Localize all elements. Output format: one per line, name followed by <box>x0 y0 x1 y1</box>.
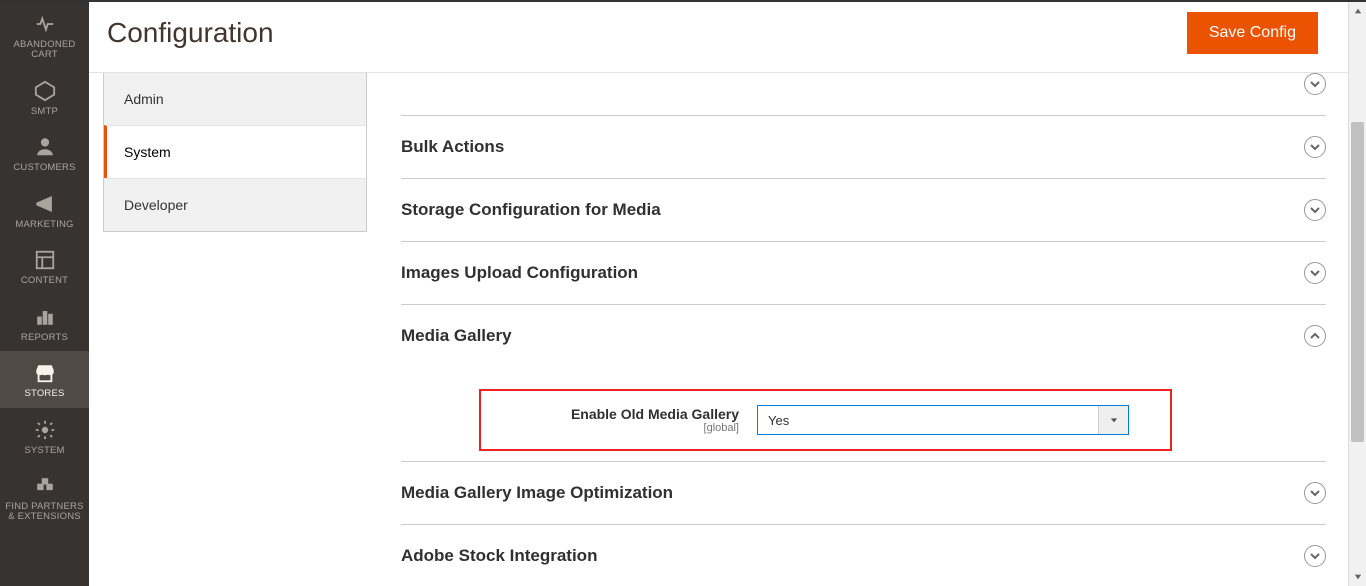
partners-icon <box>33 474 57 498</box>
section-media-gallery[interactable]: Media Gallery <box>401 305 1326 367</box>
field-scope: [global] <box>491 422 739 434</box>
chevron-down-icon <box>1304 262 1326 284</box>
section-media-optimization[interactable]: Media Gallery Image Optimization <box>401 462 1326 525</box>
page-title: Configuration <box>107 17 274 49</box>
enable-old-media-gallery-select[interactable]: Yes <box>757 405 1129 435</box>
sidebar-label: CONTENT <box>21 276 68 286</box>
sidebar-label: ABANDONED CART <box>4 40 85 61</box>
scrollbar-thumb[interactable] <box>1351 122 1364 442</box>
sidebar-item-system[interactable]: SYSTEM <box>0 408 89 464</box>
vertical-scrollbar[interactable] <box>1348 2 1366 586</box>
sidebar-item-customers[interactable]: CUSTOMERS <box>0 125 89 181</box>
section-title: Media Gallery <box>401 326 512 346</box>
chevron-down-icon <box>1304 199 1326 221</box>
sidebar-item-reports[interactable]: REPORTS <box>0 295 89 351</box>
highlight-box: Enable Old Media Gallery [global] Yes <box>479 389 1172 451</box>
config-tabs: Admin System Developer <box>89 73 367 586</box>
sidebar-label: REPORTS <box>21 333 68 343</box>
system-icon <box>33 418 57 442</box>
admin-sidebar: ABANDONED CART SMTP CUSTOMERS MARKETING … <box>0 2 89 586</box>
section-title: Storage Configuration for Media <box>401 200 661 220</box>
section-storage-media[interactable]: Storage Configuration for Media <box>401 179 1326 242</box>
section-title: Bulk Actions <box>401 137 504 157</box>
section-bulk-actions[interactable]: Bulk Actions <box>401 116 1326 179</box>
abandoned-cart-icon <box>33 12 57 36</box>
stores-icon <box>33 361 57 385</box>
config-sections: Bulk Actions Storage Configuration for M… <box>367 73 1348 586</box>
chevron-down-icon[interactable] <box>1304 73 1326 95</box>
section-title: Images Upload Configuration <box>401 263 638 283</box>
tab-system[interactable]: System <box>104 125 366 178</box>
sidebar-label: CUSTOMERS <box>13 163 75 173</box>
sidebar-item-content[interactable]: CONTENT <box>0 238 89 294</box>
scroll-up-button[interactable] <box>1349 2 1366 20</box>
sidebar-item-stores[interactable]: STORES <box>0 351 89 407</box>
main-area: Configuration Save Config Admin System D… <box>89 2 1348 586</box>
scroll-down-button[interactable] <box>1349 568 1366 586</box>
sidebar-item-abandoned-cart[interactable]: ABANDONED CART <box>0 2 89 69</box>
chevron-down-icon <box>1304 136 1326 158</box>
sidebar-label: SYSTEM <box>24 446 64 456</box>
reports-icon <box>33 305 57 329</box>
sidebar-label: FIND PARTNERS & EXTENSIONS <box>4 502 85 523</box>
sidebar-item-smtp[interactable]: SMTP <box>0 69 89 125</box>
content-icon <box>33 248 57 272</box>
smtp-icon <box>33 79 57 103</box>
section-images-upload[interactable]: Images Upload Configuration <box>401 242 1326 305</box>
page-header: Configuration Save Config <box>89 2 1348 73</box>
section-media-gallery-body: Enable Old Media Gallery [global] Yes <box>401 367 1326 461</box>
chevron-down-icon <box>1304 545 1326 567</box>
sidebar-item-marketing[interactable]: MARKETING <box>0 182 89 238</box>
section-title: Media Gallery Image Optimization <box>401 483 673 503</box>
save-config-button[interactable]: Save Config <box>1187 12 1318 54</box>
chevron-up-icon <box>1304 325 1326 347</box>
caret-down-icon <box>1098 406 1128 434</box>
marketing-icon <box>33 192 57 216</box>
sidebar-item-partners[interactable]: FIND PARTNERS & EXTENSIONS <box>0 464 89 531</box>
tab-admin[interactable]: Admin <box>104 73 366 125</box>
select-value: Yes <box>758 413 1098 428</box>
customers-icon <box>33 135 57 159</box>
section-adobe-stock[interactable]: Adobe Stock Integration <box>401 525 1326 586</box>
chevron-down-icon <box>1304 482 1326 504</box>
section-title: Adobe Stock Integration <box>401 546 597 566</box>
sidebar-label: SMTP <box>31 107 58 117</box>
tab-developer[interactable]: Developer <box>104 178 366 231</box>
sidebar-label: STORES <box>24 389 64 399</box>
sidebar-label: MARKETING <box>15 220 73 230</box>
field-label: Enable Old Media Gallery <box>491 406 739 422</box>
field-label-wrap: Enable Old Media Gallery [global] <box>491 406 739 434</box>
